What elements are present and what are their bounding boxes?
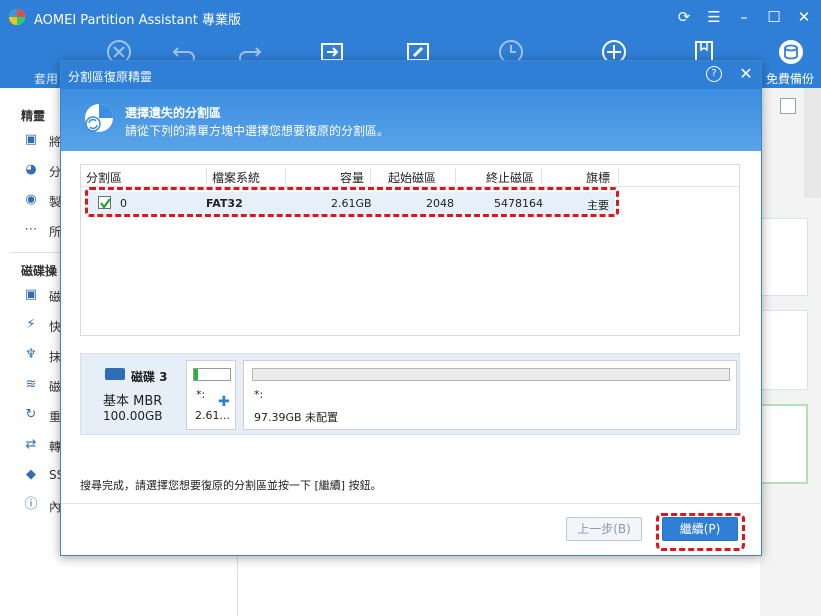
- partition-label: *:: [196, 388, 206, 401]
- usage-fill: [194, 369, 198, 380]
- usage-bar: [252, 368, 730, 381]
- dialog-titlebar: 分割區復原精靈 ? ✕: [61, 61, 761, 89]
- unallocated-block[interactable]: *: 97.39GB 未配置: [243, 360, 737, 430]
- menu-icon[interactable]: ☰: [703, 6, 725, 28]
- refresh-icon[interactable]: ⟳: [673, 6, 695, 28]
- scrollbar[interactable]: [804, 88, 821, 198]
- column-header: 終止磁區: [486, 171, 535, 185]
- hard-disk-icon: [105, 368, 125, 380]
- free-backup-icon[interactable]: [769, 38, 813, 68]
- column-separator: [285, 168, 286, 184]
- disk-map: 磁碟 3 基本 MBR 100.00GB *: ✚ 2.61... *: 97.…: [80, 353, 740, 435]
- minimize-button[interactable]: –: [733, 6, 755, 28]
- disk-name: 磁碟 3: [131, 370, 168, 384]
- partition-size: 97.39GB 未配置: [254, 411, 339, 424]
- column-separator: [206, 168, 207, 184]
- lightning-icon: ⚡: [26, 317, 36, 332]
- disk-icon: ◉: [25, 192, 37, 207]
- disk-card: [760, 404, 808, 484]
- more-icon: ⋯: [24, 222, 38, 237]
- plus-icon: ✚: [218, 394, 230, 410]
- disk-card: [760, 218, 808, 296]
- disk-size: 100.00GB: [103, 409, 163, 423]
- back-button[interactable]: 上一步(B): [566, 517, 642, 541]
- rebuild-icon: ↻: [25, 407, 37, 422]
- right-panel: [760, 88, 821, 616]
- dialog-title: 分割區復原精靈: [68, 70, 153, 84]
- column-separator: [618, 168, 619, 184]
- apply-label[interactable]: 套用: [34, 70, 58, 87]
- column-separator: [541, 168, 542, 184]
- surface-test-icon: ≋: [25, 377, 37, 392]
- dialog-close-button[interactable]: ✕: [736, 64, 756, 84]
- column-header: 起始磁區: [388, 171, 437, 185]
- app-title: AOMEI Partition Assistant 專業版: [34, 13, 241, 28]
- copy-disk-icon: ▣: [24, 287, 38, 302]
- info-icon: ⓘ: [24, 497, 38, 512]
- column-header: 分割區: [86, 171, 123, 185]
- column-separator: [455, 168, 456, 184]
- status-message: 搜尋完成，請選擇您想要復原的分割區並按一下 [繼續] 按鈕。: [80, 479, 382, 492]
- dialog-header-subtitle: 請從下列的清單方塊中選擇您想要復原的分割區。: [125, 124, 390, 138]
- partition-label: *:: [254, 388, 264, 401]
- broom-icon: ♆: [25, 347, 37, 362]
- copy-icon: ▣: [24, 132, 38, 147]
- view-toggle-icon[interactable]: [780, 98, 796, 114]
- disk-card: [760, 310, 808, 390]
- column-separator: [370, 168, 371, 184]
- free-backup-label[interactable]: 免費備份: [766, 70, 814, 87]
- pie-icon: ◕: [25, 162, 37, 177]
- highlight-annotation: [656, 513, 745, 551]
- ssd-icon: ◆: [26, 467, 36, 482]
- column-header: 檔案系統: [212, 171, 261, 185]
- partition-block[interactable]: *: ✚ 2.61...: [186, 360, 236, 430]
- partition-size: 2.61...: [195, 409, 230, 422]
- column-header: 容量: [340, 171, 365, 185]
- partition-recovery-dialog: 分割區復原精靈 ? ✕ 選擇遺失的分割區 請從下列的清單方塊中選擇您想要復原的分…: [60, 60, 762, 556]
- partition-recovery-icon: [85, 104, 113, 132]
- divider: [61, 503, 761, 504]
- usage-bar: [193, 368, 231, 381]
- app-logo-icon: [9, 9, 25, 25]
- dialog-header: 選擇遺失的分割區 請從下列的清單方塊中選擇您想要復原的分割區。: [61, 89, 761, 151]
- help-icon[interactable]: ?: [706, 66, 722, 82]
- column-header: 旗標: [586, 171, 611, 185]
- dialog-header-title: 選擇遺失的分割區: [125, 106, 222, 120]
- close-button[interactable]: ✕: [793, 6, 815, 28]
- maximize-button[interactable]: ☐: [763, 6, 785, 28]
- app-titlebar: AOMEI Partition Assistant 專業版 ⟳ ☰ – ☐ ✕: [0, 0, 821, 34]
- disk-type: 基本 MBR: [103, 394, 163, 409]
- highlight-annotation: [85, 187, 619, 217]
- table-header: 分割區 檔案系統 容量 起始磁區 終止磁區 旗標: [81, 165, 739, 187]
- convert-icon: ⇄: [25, 437, 37, 452]
